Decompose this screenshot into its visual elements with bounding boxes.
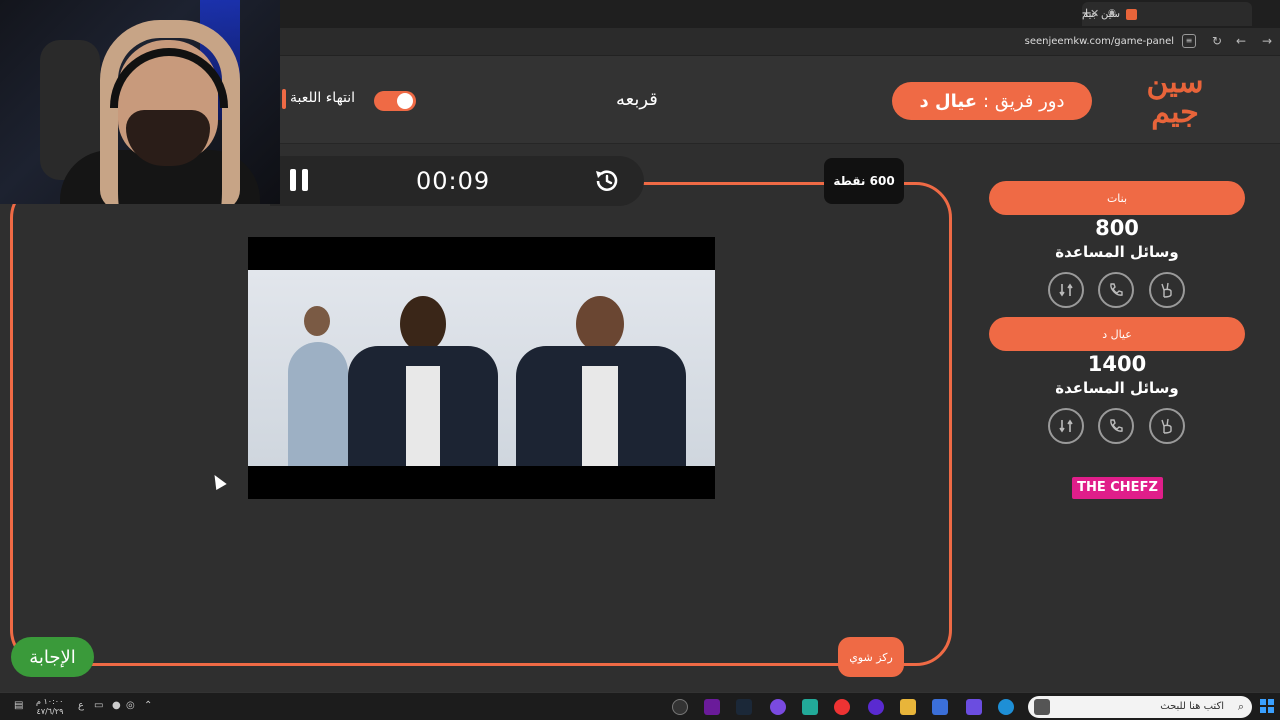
double-aid-icon[interactable]: [1149, 272, 1185, 308]
site-logo[interactable]: سين جيم: [1140, 68, 1210, 134]
forward-arrow-icon[interactable]: ←: [1236, 34, 1246, 48]
team-name-pill[interactable]: بنات: [989, 181, 1245, 215]
tray-app-icon[interactable]: ◎: [126, 700, 135, 711]
copilot-icon[interactable]: [966, 699, 982, 715]
site-info-icon[interactable]: ≡: [1182, 34, 1196, 48]
clock-date: ٤٧/٦/٢٩: [36, 707, 64, 716]
site-favicon-icon: [1126, 8, 1138, 20]
browser-tab[interactable]: سين جيم ◉ ✕: [1082, 2, 1252, 26]
swap-aid-icon[interactable]: [1048, 408, 1084, 444]
tab-audio-icon[interactable]: ◉: [1108, 8, 1116, 18]
hint-button[interactable]: ركز شوي: [838, 637, 904, 677]
new-tab-button[interactable]: +: [1081, 6, 1092, 21]
notification-icon[interactable]: ▤: [14, 700, 23, 711]
turn-label: دور فريق :: [983, 90, 1065, 112]
microphone-icon[interactable]: ●: [112, 700, 121, 711]
app-icon[interactable]: [770, 699, 786, 715]
back-arrow-icon[interactable]: →: [1262, 34, 1272, 48]
team-score: 1400: [1087, 352, 1147, 376]
end-game-toggle[interactable]: [374, 91, 416, 111]
app-icon[interactable]: [802, 699, 818, 715]
app-icon[interactable]: [672, 699, 688, 715]
video-figure: [288, 306, 348, 466]
answer-button[interactable]: الإجابة: [11, 637, 94, 677]
header-accent-mark: [282, 89, 286, 109]
pause-icon[interactable]: [290, 169, 310, 191]
task-view-icon[interactable]: [1034, 699, 1050, 715]
team-aids-label: وسائل المساعدة: [1055, 243, 1179, 261]
url-field[interactable]: seenjeemkw.com/game-panel: [1025, 36, 1174, 47]
windows-start-icon[interactable]: [1260, 699, 1274, 713]
network-icon[interactable]: ▭: [94, 700, 103, 711]
edge-icon[interactable]: [998, 699, 1014, 715]
reset-timer-icon[interactable]: [592, 166, 622, 196]
double-aid-icon[interactable]: [1149, 408, 1185, 444]
game-header: انتهاء اللعبة قربعه دور فريق : عيال د سي…: [280, 56, 1280, 144]
search-icon: ⌕: [1237, 700, 1244, 713]
toggle-knob: [397, 93, 413, 109]
phone-aid-icon[interactable]: [1098, 408, 1134, 444]
tray-chevron-icon[interactable]: ⌃: [144, 700, 152, 711]
team-score: 800: [1095, 216, 1139, 240]
webcam-overlay: [0, 0, 280, 204]
taskbar-clock[interactable]: ١٠:٠٠ م ٤٧/٦/٢٩: [36, 697, 63, 717]
phone-aid-icon[interactable]: [1098, 272, 1134, 308]
end-game-label: انتهاء اللعبة: [290, 90, 356, 106]
video-figure: [516, 296, 686, 466]
category-title: قربعه: [616, 89, 658, 110]
video-frame: [248, 270, 715, 466]
video-figure: [348, 296, 498, 466]
chrome-icon[interactable]: [834, 699, 850, 715]
taskbar-search-input[interactable]: ⌕ اكتب هنا للبحث: [1028, 696, 1252, 718]
points-badge: 600 نقطة: [824, 158, 904, 204]
store-icon[interactable]: [932, 699, 948, 715]
steam-icon[interactable]: [736, 699, 752, 715]
team-turn-badge: دور فريق : عيال د: [892, 82, 1092, 120]
timer-display: 00:09: [416, 167, 491, 195]
app-icon[interactable]: [868, 699, 884, 715]
app-icon[interactable]: [704, 699, 720, 715]
search-placeholder: اكتب هنا للبحث: [1160, 701, 1224, 712]
clock-time: ١٠:٠٠ م: [36, 697, 64, 706]
team-name-pill[interactable]: عيال د: [989, 317, 1245, 351]
windows-taskbar: ⌕ اكتب هنا للبحث ⌃ ◎ ● ▭ ع ١٠:٠٠ م ٤٧/٦/…: [0, 692, 1280, 720]
language-indicator[interactable]: ع: [78, 700, 84, 711]
team-aids-label: وسائل المساعدة: [1055, 379, 1179, 397]
question-video[interactable]: [248, 237, 715, 499]
swap-aid-icon[interactable]: [1048, 272, 1084, 308]
reload-icon[interactable]: ↻: [1212, 34, 1222, 48]
sponsor-logo: THE CHEFZ: [1072, 477, 1163, 499]
turn-team: عيال د: [919, 90, 978, 112]
file-explorer-icon[interactable]: [900, 699, 916, 715]
